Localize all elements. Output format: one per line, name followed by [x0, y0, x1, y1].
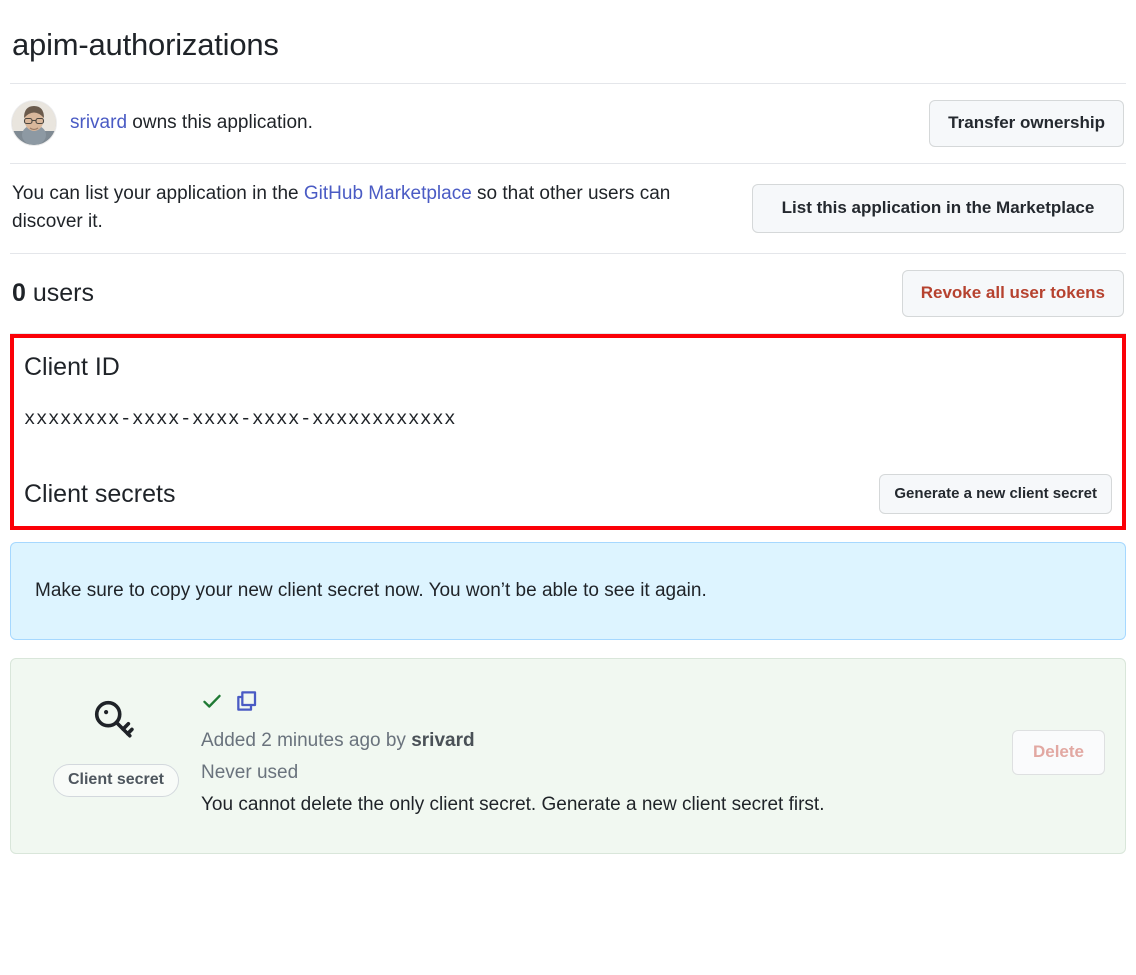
client-secret-status-icons: [201, 689, 998, 719]
list-in-marketplace-button[interactable]: List this application in the Marketplace: [752, 184, 1124, 233]
generate-new-client-secret-button[interactable]: Generate a new client secret: [879, 474, 1112, 514]
owner-section: srivard owns this application. Transfer …: [10, 84, 1126, 163]
client-secret-delete-note: You cannot delete the only client secret…: [201, 789, 998, 821]
users-count: 0: [12, 279, 26, 307]
copy-secret-flash: Make sure to copy your new client secret…: [10, 542, 1126, 640]
check-icon: [201, 690, 223, 717]
users-label: users: [26, 279, 94, 307]
page-title: apim-authorizations: [12, 0, 1126, 83]
marketplace-text-before: You can list your application in the: [12, 183, 304, 204]
client-secret-delete-column: Delete: [998, 730, 1105, 775]
client-secret-added-line: Added 2 minutes ago by srivard: [201, 725, 998, 757]
owner-info: srivard owns this application.: [12, 101, 313, 145]
client-secret-key-column: Client secret: [31, 677, 201, 797]
marketplace-section: You can list your application in the Git…: [10, 164, 1126, 253]
client-credentials-highlight: Client ID xxxxxxxx-xxxx-xxxx-xxxx-xxxxxx…: [10, 334, 1126, 530]
github-marketplace-link[interactable]: GitHub Marketplace: [304, 183, 472, 204]
client-secrets-heading: Client secrets: [24, 479, 175, 509]
client-secret-added-user: srivard: [411, 730, 474, 751]
revoke-all-user-tokens-button[interactable]: Revoke all user tokens: [902, 270, 1124, 317]
client-id-heading: Client ID: [24, 352, 1112, 382]
client-secret-details: Added 2 minutes ago by srivard Never use…: [201, 677, 998, 821]
transfer-ownership-button[interactable]: Transfer ownership: [929, 100, 1124, 147]
client-id-value: xxxxxxxx-xxxx-xxxx-xxxx-xxxxxxxxxxxx: [24, 382, 1112, 472]
avatar: [12, 101, 56, 145]
marketplace-description: You can list your application in the Git…: [12, 180, 742, 237]
copy-icon[interactable]: [235, 689, 259, 718]
client-secret-badge: Client secret: [53, 764, 179, 797]
client-secrets-section: Client secrets Generate a new client sec…: [24, 472, 1112, 514]
owner-username-link[interactable]: srivard: [70, 112, 127, 133]
users-section: 0 users Revoke all user tokens: [10, 254, 1126, 333]
delete-client-secret-button[interactable]: Delete: [1012, 730, 1105, 775]
app-settings-page: apim-authorizations: [0, 0, 1136, 975]
client-secret-added-prefix: Added 2 minutes ago by: [201, 730, 411, 751]
key-icon: [85, 691, 147, 758]
owner-text: srivard owns this application.: [70, 110, 313, 137]
client-secret-card: Client secret Added 2 minutes ago by sri…: [10, 658, 1126, 854]
owner-text-suffix: owns this application.: [127, 112, 313, 133]
users-count-heading: 0 users: [12, 278, 94, 308]
copy-secret-flash-message: Make sure to copy your new client secret…: [35, 577, 707, 606]
client-secret-usage: Never used: [201, 757, 998, 789]
